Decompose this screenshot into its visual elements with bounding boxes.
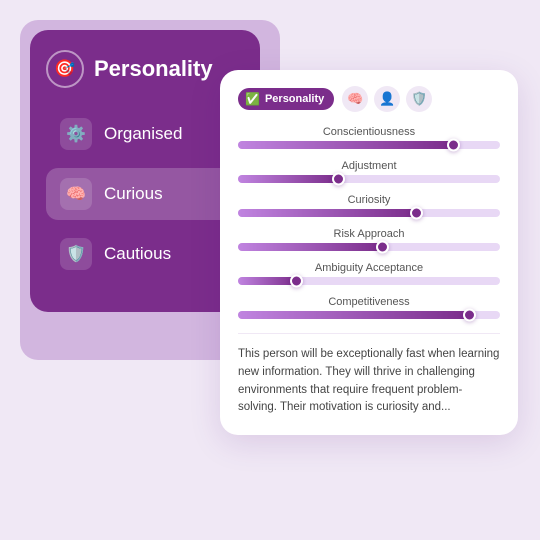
trait-risk-approach-fill <box>238 243 382 251</box>
trait-risk-approach-bar <box>238 243 500 251</box>
trait-adjustment-dot <box>332 173 345 186</box>
trait-ambiguity: Ambiguity Acceptance <box>238 262 500 285</box>
trait-competitiveness: Competitiveness <box>238 296 500 319</box>
trait-adjustment-label: Adjustment <box>238 160 500 172</box>
curious-icon: 🧠 <box>60 178 92 210</box>
trait-conscientiousness-fill <box>238 141 453 149</box>
trait-curiosity-fill <box>238 209 416 217</box>
left-card-header-icon: 🎯 <box>46 50 84 88</box>
trait-ambiguity-label: Ambiguity Acceptance <box>238 262 500 274</box>
trait-risk-approach: Risk Approach <box>238 228 500 251</box>
trait-adjustment: Adjustment <box>238 160 500 183</box>
trait-risk-approach-label: Risk Approach <box>238 228 500 240</box>
menu-item-organised-label: Organised <box>104 124 182 144</box>
trait-adjustment-bar <box>238 175 500 183</box>
menu-item-curious[interactable]: 🧠 Curious <box>46 168 244 220</box>
trait-curiosity-dot <box>410 207 423 220</box>
trait-competitiveness-dot <box>463 309 476 322</box>
menu-item-cautious[interactable]: 🛡️ Cautious <box>46 228 244 280</box>
trait-ambiguity-fill <box>238 277 296 285</box>
left-card-header: 🎯 Personality <box>46 50 244 88</box>
trait-ambiguity-bar <box>238 277 500 285</box>
menu-item-cautious-label: Cautious <box>104 244 171 264</box>
trait-conscientiousness-label: Conscientiousness <box>238 126 500 138</box>
trait-risk-approach-dot <box>376 241 389 254</box>
description-text: This person will be exceptionally fast w… <box>238 333 500 417</box>
trait-curiosity: Curiosity <box>238 194 500 217</box>
menu-item-organised[interactable]: ⚙️ Organised <box>46 108 244 160</box>
trait-ambiguity-dot <box>290 275 303 288</box>
header-person-icon: 👤 <box>374 86 400 112</box>
header-brain-icon: 🧠 <box>342 86 368 112</box>
personality-badge: ✅ Personality <box>238 88 334 110</box>
trait-adjustment-fill <box>238 175 338 183</box>
cautious-icon: 🛡️ <box>60 238 92 270</box>
organised-icon: ⚙️ <box>60 118 92 150</box>
trait-competitiveness-label: Competitiveness <box>238 296 500 308</box>
trait-conscientiousness-bar <box>238 141 500 149</box>
right-card-header: ✅ Personality 🧠 👤 🛡️ <box>238 86 500 112</box>
badge-label: Personality <box>265 93 324 105</box>
right-card: ✅ Personality 🧠 👤 🛡️ Conscientiousness A… <box>220 70 518 435</box>
header-shield-icon: 🛡️ <box>406 86 432 112</box>
trait-competitiveness-fill <box>238 311 469 319</box>
trait-curiosity-bar <box>238 209 500 217</box>
left-card-title: Personality <box>94 56 213 82</box>
header-icons-group: 🧠 👤 🛡️ <box>342 86 432 112</box>
menu-item-curious-label: Curious <box>104 184 163 204</box>
badge-check-icon: ✅ <box>245 92 260 106</box>
trait-conscientiousness-dot <box>447 139 460 152</box>
trait-conscientiousness: Conscientiousness <box>238 126 500 149</box>
trait-curiosity-label: Curiosity <box>238 194 500 206</box>
trait-competitiveness-bar <box>238 311 500 319</box>
